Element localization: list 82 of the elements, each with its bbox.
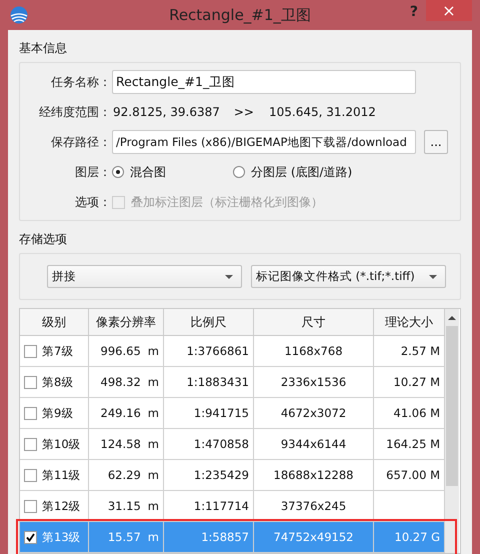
resolution-text: 31.15 xyxy=(108,499,141,513)
layer-radio[interactable]: 分图层 (底图/道路) xyxy=(233,164,352,180)
scale-text: 1:58857 xyxy=(201,530,249,544)
caret-icon xyxy=(429,274,437,278)
field-label: 经纬度范围： xyxy=(38,104,111,120)
scroll-thumb[interactable] xyxy=(446,326,458,486)
row-checkbox[interactable] xyxy=(24,530,37,544)
level-text: 第12级 xyxy=(42,498,81,514)
column-header[interactable]: 像素分辨率 xyxy=(89,309,164,335)
size-text: 37376x245 xyxy=(280,499,346,513)
window-title: Rectangle_#1_卫图 xyxy=(169,6,311,24)
estimate-text: 10.27 M xyxy=(394,375,440,389)
field-label: 保存路径： xyxy=(50,134,111,150)
unit-text: m xyxy=(148,437,159,451)
estimate-text: 41.06 M xyxy=(394,406,440,420)
row-checkbox[interactable] xyxy=(24,406,37,420)
level-text: 第9级 xyxy=(42,406,74,420)
level-text: 第7级 xyxy=(42,344,74,358)
estimate-text: 2.57 M xyxy=(400,344,440,358)
dropdown[interactable]: 拼接 xyxy=(47,265,242,288)
scroll-up-icon[interactable] xyxy=(448,316,456,320)
row-checkbox[interactable] xyxy=(24,468,37,482)
scale-text: 1:235429 xyxy=(194,468,249,482)
table-row[interactable]: 第7级 996.65 m 1:3766861 1168x768 2.57 M xyxy=(20,336,445,367)
layer-radio[interactable]: 混合图 xyxy=(112,164,166,180)
range-separator: >> xyxy=(234,105,254,119)
estimate-text: 657.00 M xyxy=(386,468,440,482)
field-label: 选项： xyxy=(74,194,111,210)
scrollbar[interactable] xyxy=(445,309,459,553)
resolution-text: 124.58 xyxy=(100,437,141,451)
size-text: 9344x6144 xyxy=(280,437,346,451)
scale-text: 1:941715 xyxy=(194,406,249,420)
range-end: 105.645, 31.2012 xyxy=(268,105,376,119)
column-header[interactable]: 级别 xyxy=(20,309,89,335)
caret-icon xyxy=(225,274,233,278)
level-text: 第8级 xyxy=(42,374,74,390)
scale-text: 1:117714 xyxy=(194,499,249,513)
resolution-text: 498.32 xyxy=(100,375,141,389)
unit-text: m xyxy=(148,375,159,389)
level-text: 第10级 xyxy=(42,436,81,452)
browse-button[interactable]: ... xyxy=(424,130,448,154)
resolution-text: 62.29 xyxy=(108,468,141,482)
globe-icon xyxy=(10,6,28,24)
resolution-text: 249.16 xyxy=(100,406,141,420)
row-checkbox[interactable] xyxy=(24,376,37,388)
group-title: 存储选项 xyxy=(19,231,67,248)
table-row[interactable]: 第10级 124.58 m 1:470858 9344x6144 164.25 M xyxy=(20,429,445,460)
unit-text: m xyxy=(148,530,159,544)
size-text: 18688x12288 xyxy=(274,468,354,482)
close-button[interactable]: × xyxy=(426,0,472,21)
range-start: 92.8125, 39.6387 xyxy=(113,105,220,119)
row-checkbox[interactable] xyxy=(24,344,37,358)
resolution-text: 15.57 xyxy=(108,530,141,544)
save-path-field[interactable]: /Program Files (x86)/BIGEMAP地图下载器/download xyxy=(112,130,416,154)
field-label: 任务名称： xyxy=(50,74,111,90)
unit-text: m xyxy=(148,406,159,420)
column-header[interactable]: 尺寸 xyxy=(254,309,374,335)
task-name-field[interactable]: Rectangle_#1_卫图 xyxy=(112,70,416,94)
size-text: 1168x768 xyxy=(284,344,343,358)
unit-text: m xyxy=(148,499,159,513)
size-text: 4672x3072 xyxy=(280,406,346,420)
column-header[interactable]: 比例尺 xyxy=(164,309,254,335)
row-checkbox[interactable] xyxy=(24,438,37,450)
table-row[interactable]: 第9级 249.16 m 1:941715 4672x3072 41.06 M xyxy=(20,398,445,429)
estimate-text: 10.27 G xyxy=(394,530,440,544)
level-text: 第11级 xyxy=(42,468,81,482)
size-text: 74752x49152 xyxy=(274,530,354,544)
dropdown[interactable]: 标记图像文件格式 (*.tif;*.tiff) xyxy=(251,265,446,288)
unit-text: m xyxy=(148,468,159,482)
row-checkbox[interactable] xyxy=(24,500,37,512)
scale-text: 1:3766861 xyxy=(186,344,249,358)
unit-text: m xyxy=(148,344,159,358)
table-row[interactable]: 第11级 62.29 m 1:235429 18688x12288 657.00 M xyxy=(20,460,445,491)
size-text: 2336x1536 xyxy=(280,375,346,389)
resolution-text: 996.65 xyxy=(100,344,141,358)
estimate-text: 164.25 M xyxy=(386,437,440,451)
table-row[interactable]: 第8级 498.32 m 1:1883431 2336x1536 10.27 M xyxy=(20,367,445,398)
scale-text: 1:470858 xyxy=(194,437,249,451)
field-label: 图层： xyxy=(74,164,111,180)
group-title: 基本信息 xyxy=(19,40,67,57)
scale-text: 1:1883431 xyxy=(186,375,249,389)
level-text: 第13级 xyxy=(42,530,81,544)
